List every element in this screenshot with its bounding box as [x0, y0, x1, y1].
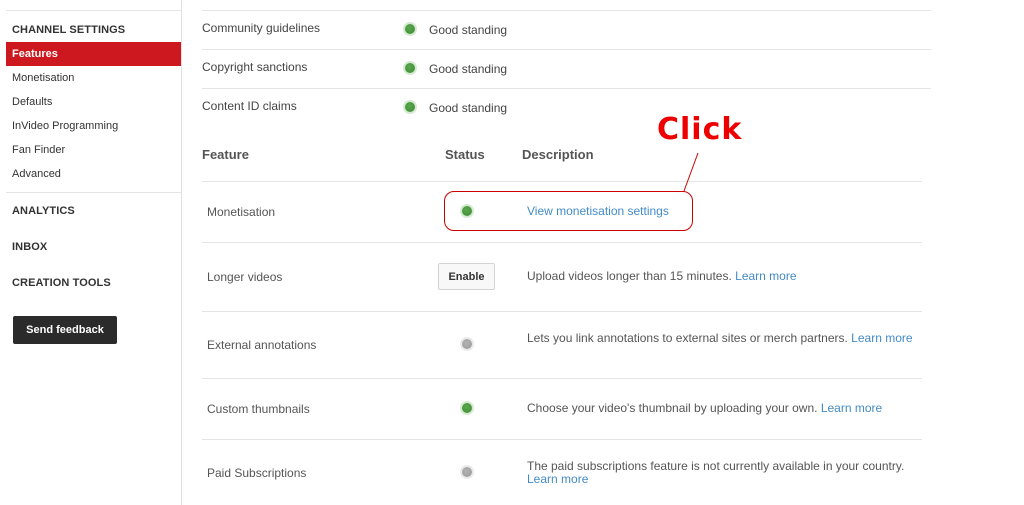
standing-status: Good standing — [429, 101, 508, 115]
section-analytics[interactable]: ANALYTICS — [12, 205, 75, 217]
status-green-icon — [462, 403, 472, 413]
section-creation-tools[interactable]: CREATION TOOLS — [12, 277, 111, 289]
standing-label: Copyright sanctions — [202, 60, 308, 74]
divider — [202, 242, 922, 243]
divider — [202, 439, 922, 440]
feature-name: Monetisation — [207, 205, 276, 219]
sidebar-item-features[interactable]: Features — [6, 42, 181, 66]
standing-label: Community guidelines — [202, 21, 321, 35]
sidebar: CHANNEL SETTINGS Features Monetisation D… — [0, 0, 182, 505]
status-green-icon — [405, 24, 415, 34]
learn-more-link[interactable]: Learn more — [735, 269, 796, 283]
sidebar-item-defaults[interactable]: Defaults — [6, 90, 181, 114]
sidebar-divider — [6, 10, 181, 11]
standing-label: Content ID claims — [202, 99, 297, 113]
main-content: Community guidelines Good standing Copyr… — [182, 0, 1024, 505]
divider — [202, 10, 931, 11]
click-annotation-label: Click — [657, 112, 743, 147]
feature-description: The paid subscriptions feature is not cu… — [527, 460, 922, 486]
feature-name: External annotations — [207, 338, 317, 352]
status-grey-icon — [462, 339, 472, 349]
feature-description: Lets you link annotations to external si… — [527, 332, 922, 345]
divider — [202, 311, 922, 312]
section-inbox[interactable]: INBOX — [12, 241, 47, 253]
column-header-status: Status — [445, 147, 485, 162]
sidebar-item-fan-finder[interactable]: Fan Finder — [6, 138, 181, 162]
send-feedback-button[interactable]: Send feedback — [13, 316, 117, 344]
sidebar-item-invideo-programming[interactable]: InVideo Programming — [6, 114, 181, 138]
standing-status: Good standing — [429, 23, 508, 37]
description-text: Choose your video's thumbnail by uploadi… — [527, 401, 821, 415]
annotation-pointer-line — [683, 152, 699, 192]
description-text: Upload videos longer than 15 minutes. — [527, 269, 736, 283]
sidebar-divider — [6, 192, 181, 193]
feature-description: View monetisation settings — [527, 205, 922, 218]
standing-status: Good standing — [429, 62, 508, 76]
learn-more-link[interactable]: Learn more — [527, 472, 588, 486]
column-header-feature: Feature — [202, 147, 249, 162]
divider — [202, 88, 931, 89]
section-channel-settings[interactable]: CHANNEL SETTINGS — [12, 24, 125, 36]
status-green-icon — [405, 102, 415, 112]
enable-button[interactable]: Enable — [438, 263, 495, 290]
learn-more-link[interactable]: Learn more — [821, 401, 882, 415]
feature-description: Upload videos longer than 15 minutes. Le… — [527, 270, 922, 283]
divider — [202, 181, 922, 182]
view-monetisation-settings-link[interactable]: View monetisation settings — [527, 204, 669, 218]
column-header-description: Description — [522, 147, 594, 162]
status-green-icon — [405, 63, 415, 73]
divider — [202, 49, 931, 50]
sidebar-item-monetisation[interactable]: Monetisation — [6, 66, 181, 90]
divider — [202, 378, 922, 379]
learn-more-link[interactable]: Learn more — [851, 331, 912, 345]
status-grey-icon — [462, 467, 472, 477]
feature-name: Longer videos — [207, 270, 283, 284]
status-green-icon — [462, 206, 472, 216]
feature-name: Custom thumbnails — [207, 402, 310, 416]
feature-description: Choose your video's thumbnail by uploadi… — [527, 402, 922, 415]
description-text: Lets you link annotations to external si… — [527, 331, 852, 345]
description-text: The paid subscriptions feature is not cu… — [527, 459, 905, 473]
feature-name: Paid Subscriptions — [207, 466, 307, 480]
sidebar-item-advanced[interactable]: Advanced — [6, 162, 181, 186]
